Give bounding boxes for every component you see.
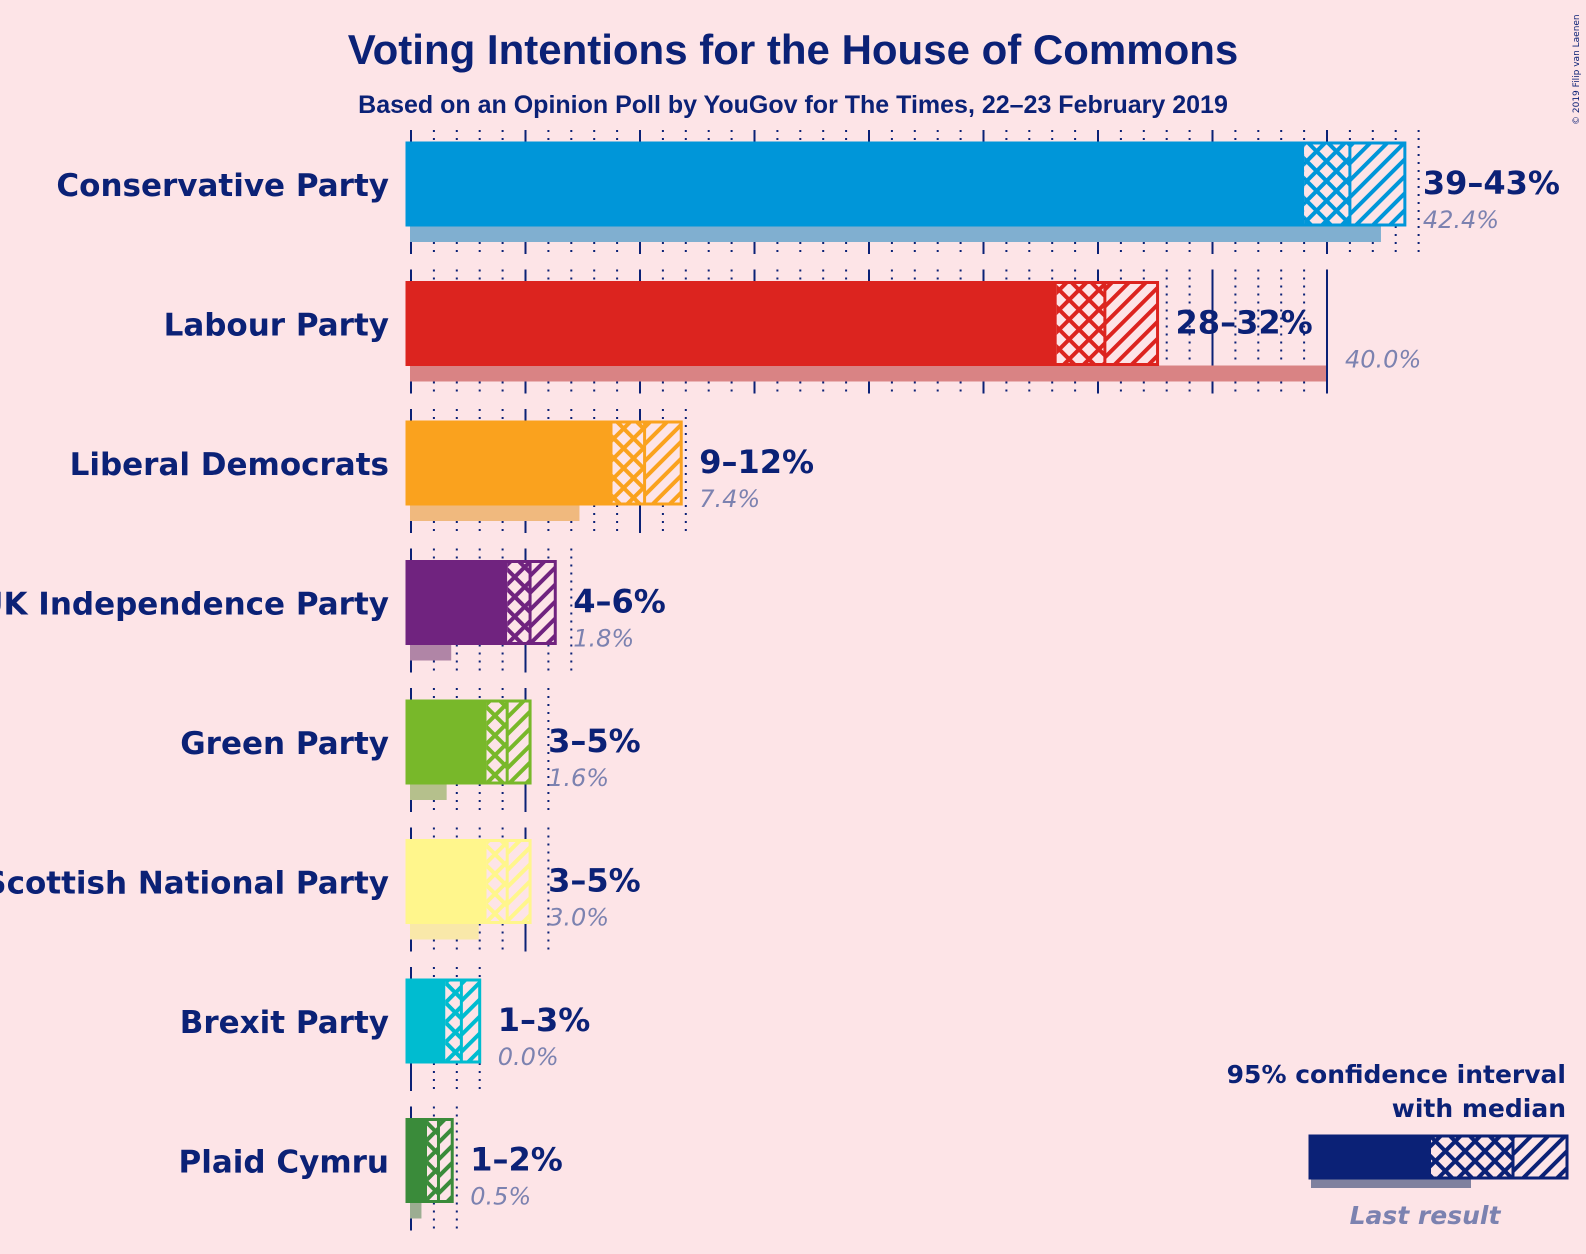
legend-crosshatch-swatch: [1431, 1135, 1513, 1179]
category-label: Plaid Cymru: [179, 1145, 390, 1181]
range-label: 3–5%: [548, 862, 641, 900]
range-label: 1–3%: [498, 1001, 591, 1039]
category-label: Green Party: [180, 726, 389, 762]
category-label: Conservative Party: [56, 168, 389, 204]
range-label: 4–6%: [573, 583, 666, 621]
bars-group: Conservative Party 39–43% 42.4% Labour Part…: [0, 141, 1560, 1219]
ci-lower-crosshatch: [486, 839, 508, 924]
last-result-bar: [410, 505, 580, 521]
ci-lower-crosshatch: [1304, 142, 1350, 226]
chart-subtitle: Based on an Opinion Poll by YouGov for T…: [358, 91, 1228, 119]
last-result-label: 1.6%: [548, 764, 609, 792]
range-label: 28–32%: [1176, 304, 1313, 342]
ci-lower-crosshatch: [507, 560, 531, 645]
last-result-label: 0.5%: [470, 1183, 531, 1211]
last-result-label: 3.0%: [548, 904, 609, 932]
legend-title-line1: 95% confidence interval: [1227, 1060, 1566, 1089]
range-label: 9–12%: [699, 443, 814, 481]
ci-solid-bar: [407, 421, 613, 505]
range-label: 39–43%: [1423, 164, 1560, 202]
last-result-label: 0.0%: [498, 1043, 559, 1071]
last-result-label: 7.4%: [699, 485, 760, 513]
last-result-bar: [410, 365, 1326, 382]
ci-lower-crosshatch: [1056, 281, 1105, 366]
category-label: UK Independence Party: [0, 587, 389, 623]
last-result-bar: [410, 644, 452, 661]
ci-lower-crosshatch: [612, 421, 645, 505]
last-result-bar: [410, 226, 1381, 242]
range-label: 3–5%: [548, 722, 641, 760]
category-label: Scottish National Party: [0, 866, 389, 902]
ci-upper-hatch: [507, 700, 531, 784]
ci-solid-bar: [407, 839, 487, 924]
party-row: Liberal Democrats 9–12% 7.4%: [70, 420, 814, 521]
ci-upper-hatch: [507, 839, 531, 924]
copyright-note: © 2019 Filip van Laenen: [1572, 14, 1582, 125]
category-label: Brexit Party: [180, 1005, 389, 1041]
category-label: Liberal Democrats: [70, 447, 389, 483]
ci-lower-crosshatch: [427, 1118, 439, 1203]
last-result-label: 40.0%: [1345, 346, 1421, 374]
legend-hatch-swatch: [1513, 1135, 1568, 1179]
ci-lower-crosshatch: [486, 700, 508, 784]
last-result-bar: [410, 784, 447, 800]
ci-solid-bar: [407, 979, 446, 1063]
last-result-label: 1.8%: [573, 625, 634, 653]
range-label: 1–2%: [470, 1141, 563, 1179]
party-row: Brexit Party 1–3% 0.0%: [180, 978, 591, 1071]
party-row: Plaid Cymru 1–2% 0.5%: [179, 1118, 563, 1219]
ci-upper-hatch: [1104, 281, 1158, 366]
ci-solid-bar: [407, 1118, 428, 1203]
legend-title-line2: with median: [1392, 1094, 1566, 1123]
ci-solid-bar: [407, 142, 1305, 226]
category-label: Labour Party: [164, 308, 389, 344]
last-result-bar: [410, 1202, 422, 1219]
ci-lower-crosshatch: [445, 979, 462, 1063]
legend-solid-swatch: [1309, 1135, 1431, 1179]
party-row: Conservative Party 39–43% 42.4%: [56, 141, 1560, 242]
chart-title: Voting Intentions for the House of Commo…: [348, 26, 1239, 73]
party-row: Labour Party 28–32% 40.0%: [164, 281, 1421, 382]
ci-solid-bar: [407, 560, 508, 645]
last-result-bar: [410, 923, 479, 940]
ci-solid-bar: [407, 281, 1057, 366]
party-row: UK Independence Party 4–6% 1.8%: [0, 560, 666, 661]
legend-last-result-label: Last result: [1350, 1201, 1502, 1230]
ci-upper-hatch: [1349, 142, 1405, 226]
legend: 95% confidence interval with median Last…: [1227, 1060, 1569, 1230]
party-row: Green Party 3–5% 1.6%: [180, 699, 641, 800]
party-row: Scottish National Party 3–5% 3.0%: [0, 839, 641, 940]
chart: Voting Intentions for the House of Commo…: [0, 14, 1582, 1231]
ci-solid-bar: [407, 700, 487, 784]
ci-upper-hatch: [461, 979, 480, 1063]
ci-upper-hatch: [644, 421, 682, 505]
last-result-label: 42.4%: [1423, 206, 1499, 234]
ci-upper-hatch: [438, 1118, 453, 1203]
ci-upper-hatch: [530, 560, 556, 645]
